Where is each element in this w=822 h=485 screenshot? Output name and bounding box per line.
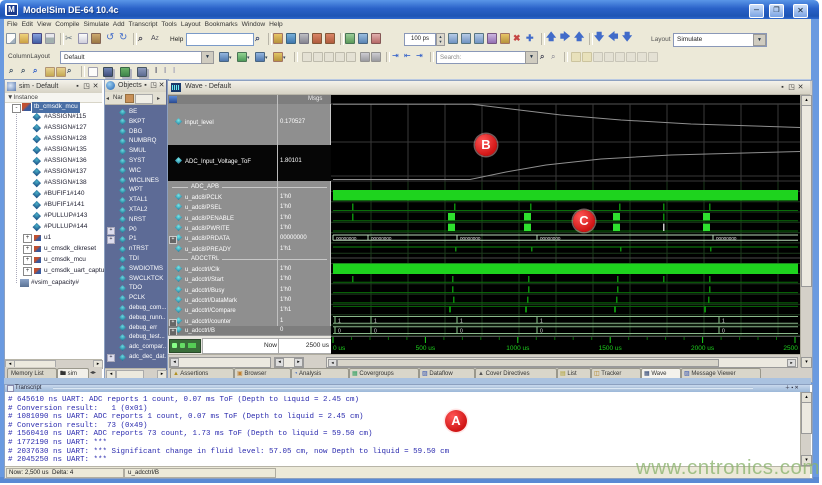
svg-text:500 us: 500 us	[416, 345, 436, 352]
svg-text:00000000: 00000000	[371, 236, 392, 241]
svg-text:2500 us: 2500 us	[783, 345, 800, 352]
svg-text:0: 0	[374, 329, 377, 335]
svg-text:1500 us: 1500 us	[599, 345, 623, 352]
svg-text:1: 1	[540, 318, 543, 324]
svg-text:00000000: 00000000	[540, 236, 561, 241]
svg-text:0 us: 0 us	[333, 345, 346, 352]
svg-text:0: 0	[338, 329, 341, 335]
svg-text:1: 1	[460, 318, 463, 324]
svg-text:00000000: 00000000	[716, 236, 737, 241]
svg-text:1: 1	[374, 318, 377, 324]
svg-text:0: 0	[540, 329, 543, 335]
svg-text:00000000: 00000000	[336, 236, 357, 241]
svg-text:1: 1	[338, 318, 341, 324]
svg-text:0: 0	[460, 329, 463, 335]
svg-text:1000 us: 1000 us	[506, 345, 530, 352]
svg-text:0: 0	[722, 329, 725, 335]
svg-text:00000000: 00000000	[460, 236, 481, 241]
svg-text:1: 1	[722, 318, 725, 324]
svg-text:2000 us: 2000 us	[691, 345, 715, 352]
